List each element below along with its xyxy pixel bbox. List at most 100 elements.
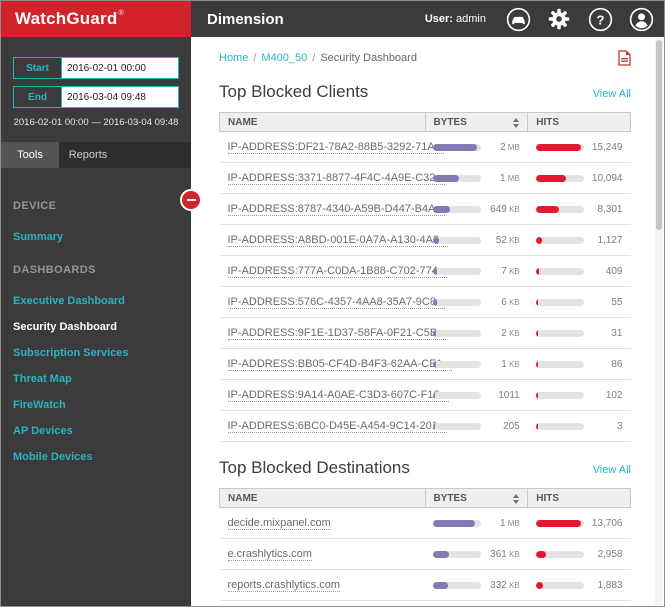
column-header-hits[interactable]: HITS [528, 113, 631, 132]
section-title-dashboards: DASHBOARDS [1, 264, 191, 276]
hits-bar [536, 144, 584, 151]
hits-bar [536, 299, 584, 306]
table-header-row: NAME BYTES HITS [220, 489, 631, 508]
start-date-input[interactable] [61, 57, 179, 79]
car-icon[interactable] [505, 6, 531, 32]
row-name-link[interactable]: IP-ADDRESS:576C-4357-4AA8-35A7-9C8... [228, 296, 446, 309]
bytes-bar [433, 361, 481, 368]
bytes-value: 52 KB [496, 235, 520, 246]
row-name-link[interactable]: IP-ADDRESS:BB05-CF4D-B4F3-62AA-CE1... [228, 358, 452, 371]
table-row: IP-ADDRESS:9F1E-1D37-58FA-0F21-C5B...2 K… [220, 318, 631, 349]
top-blocked-clients-panel: Top Blocked Clients View All NAME BYTES … [219, 82, 631, 442]
row-name-link[interactable]: IP-ADDRESS:A8BD-001E-0A7A-A130-4A3... [228, 234, 449, 247]
sidebar-item-summary[interactable]: Summary [1, 224, 191, 250]
hits-value: 10,094 [592, 173, 623, 184]
hits-bar [536, 175, 584, 182]
row-name-link[interactable]: IP-ADDRESS:777A-C0DA-1B88-C702-774... [228, 265, 447, 278]
row-name-link[interactable]: IP-ADDRESS:DF21-78A2-88B5-3292-71A... [228, 141, 444, 154]
sidebar-item-executive-dashboard[interactable]: Executive Dashboard [1, 288, 191, 314]
breadcrumb-device-link[interactable]: M400_50 [261, 52, 307, 64]
column-header-bytes[interactable]: BYTES [425, 113, 528, 132]
bytes-value: 1011 [498, 390, 520, 401]
sidebar: WatchGuard® Start End 2016-02-01 00:00 —… [1, 1, 191, 606]
column-header-bytes-label: BYTES [434, 117, 467, 128]
settings-gear-icon[interactable] [546, 6, 572, 32]
table-row: IP-ADDRESS:576C-4357-4AA8-35A7-9C8...6 K… [220, 287, 631, 318]
bytes-value: 2 MB [500, 142, 520, 153]
sidebar-collapse-button[interactable] [180, 189, 202, 211]
sidebar-item-firewatch[interactable]: FireWatch [1, 392, 191, 418]
row-name-link[interactable]: IP-ADDRESS:9A14-A0AE-C3D3-607C-F10... [228, 389, 449, 402]
user-label: User: [425, 13, 453, 25]
table-row: IP-ADDRESS:777A-C0DA-1B88-C702-774... 7 K… [220, 256, 631, 287]
hits-value: 86 [611, 359, 622, 370]
sidebar-item-security-dashboard[interactable]: Security Dashboard [1, 314, 191, 340]
table-row: IP-ADDRESS:DF21-78A2-88B5-3292-71A... 2 M… [220, 132, 631, 163]
watchguard-logo: WatchGuard® [1, 1, 191, 37]
bytes-bar [433, 551, 481, 558]
table-row: IP-ADDRESS:8787-4340-A59B-D447-B4A...649… [220, 194, 631, 225]
help-icon[interactable]: ? [587, 6, 613, 32]
bytes-bar [433, 299, 481, 306]
tab-tools[interactable]: Tools [1, 142, 59, 168]
hits-value: 8,301 [597, 204, 622, 215]
scrollbar-thumb[interactable] [656, 40, 662, 230]
row-name-link[interactable]: IP-ADDRESS:8787-4340-A59B-D447-B4A... [228, 203, 445, 216]
bytes-value: 332 KB [490, 580, 520, 591]
view-all-link[interactable]: View All [593, 88, 631, 100]
app-title: Dimension [207, 11, 425, 28]
breadcrumb-separator: / [253, 52, 256, 64]
row-name-link[interactable]: IP-ADDRESS:3371-8877-4F4C-4A9E-C32... [228, 172, 445, 185]
bytes-bar [433, 330, 481, 337]
row-name-link[interactable]: e.crashlytics.com [228, 548, 312, 561]
main-content: Home / M400_50 / Security Dashboard Top … [191, 37, 655, 606]
column-header-name[interactable]: NAME [220, 113, 426, 132]
table-row: IP-ADDRESS:3371-8877-4F4C-4A9E-C32...1 M… [220, 163, 631, 194]
sort-icon[interactable] [513, 118, 519, 128]
sidebar-item-ap-devices[interactable]: AP Devices [1, 418, 191, 444]
column-header-name[interactable]: NAME [220, 489, 426, 508]
minus-icon [187, 199, 196, 201]
table-row: IP-ADDRESS:BB05-CF4D-B4F3-62AA-CE1... 1 K… [220, 349, 631, 380]
column-header-bytes[interactable]: BYTES [425, 489, 528, 508]
table-row: reports.crashlytics.com332 KB1,883 [220, 570, 631, 601]
breadcrumb-home-link[interactable]: Home [219, 52, 248, 64]
end-date-input[interactable] [61, 86, 179, 108]
tab-reports[interactable]: Reports [59, 142, 117, 168]
hits-bar [536, 237, 584, 244]
bytes-bar [433, 206, 481, 213]
sidebar-item-subscription-services[interactable]: Subscription Services [1, 340, 191, 366]
row-name-link[interactable]: IP-ADDRESS:6BC0-D45E-A454-9C14-201... [228, 420, 447, 433]
start-date-label: Start [13, 57, 61, 79]
bytes-value: 7 KB [501, 266, 519, 277]
sidebar-tabs: Tools Reports [1, 142, 191, 168]
user-name: admin [456, 13, 486, 25]
hits-bar [536, 330, 584, 337]
row-name-link[interactable]: decide.mixpanel.com [228, 517, 331, 530]
sidebar-item-mobile-devices[interactable]: Mobile Devices [1, 444, 191, 470]
vertical-scrollbar[interactable] [655, 38, 663, 605]
bytes-bar [433, 423, 481, 430]
row-name-link[interactable]: reports.crashlytics.com [228, 579, 340, 592]
pdf-export-icon[interactable] [618, 50, 631, 66]
top-blocked-destinations-table: NAME BYTES HITS decide.mixpanel.com1 MB1… [219, 488, 631, 601]
table-row: IP-ADDRESS:9A14-A0AE-C3D3-607C-F10... 101… [220, 380, 631, 411]
user-account-icon[interactable] [628, 6, 654, 32]
breadcrumb: Home / M400_50 / Security Dashboard [219, 50, 631, 66]
sort-icon[interactable] [513, 494, 519, 504]
device-nav-items: Summary [1, 224, 191, 250]
row-name-link[interactable]: IP-ADDRESS:9F1E-1D37-58FA-0F21-C5B... [228, 327, 447, 340]
logo-text: WatchGuard [15, 9, 117, 29]
top-blocked-clients-table: NAME BYTES HITS IP-ADDRESS:DF21-78A2-88B… [219, 112, 631, 442]
column-header-hits[interactable]: HITS [528, 489, 631, 508]
app-window: WatchGuard® Start End 2016-02-01 00:00 —… [0, 0, 665, 607]
view-all-link[interactable]: View All [593, 464, 631, 476]
bytes-value: 1 KB [501, 359, 519, 370]
panel-title: Top Blocked Destinations [219, 458, 410, 478]
date-range-text: 2016-02-01 00:00 — 2016-03-04 09:48 [7, 117, 185, 128]
sidebar-item-threat-map[interactable]: Threat Map [1, 366, 191, 392]
hits-bar [536, 268, 584, 275]
svg-text:?: ? [596, 12, 604, 27]
hits-bar [536, 520, 584, 527]
hits-value: 15,249 [592, 142, 623, 153]
